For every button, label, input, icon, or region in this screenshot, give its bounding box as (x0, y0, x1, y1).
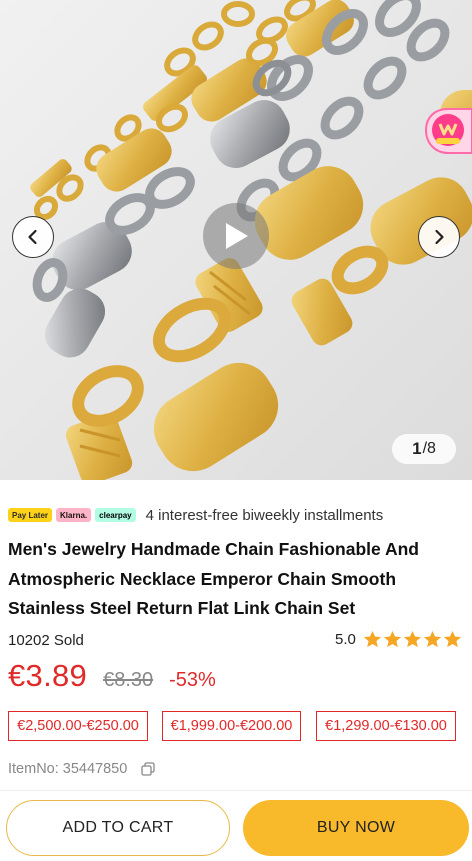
discount-tier-3[interactable]: €1,299.00-€130.00 (316, 711, 456, 741)
item-number: ItemNo: 35447850 (8, 761, 128, 777)
price-row: €3.89 €8.30 -53% (8, 658, 216, 698)
discount-tier-2[interactable]: €1,999.00-€200.00 (162, 711, 301, 741)
rating-value: 5.0 (335, 631, 356, 648)
rating[interactable]: 5.0 (335, 630, 462, 649)
klarna-badge: Klarna. (56, 508, 92, 522)
current-image-number: 1 (412, 439, 422, 458)
installments-row[interactable]: Pay Later Klarna. clearpay 4 interest-fr… (8, 504, 383, 526)
pay-later-badge: Pay Later (8, 508, 53, 522)
discount-tiers: €2,500.00-€250.00 €1,999.00-€200.00 €1,2… (0, 711, 472, 741)
star-icon (383, 630, 401, 648)
previous-image-button[interactable] (12, 216, 54, 258)
item-number-row: ItemNo: 35447850 (8, 761, 155, 777)
image-counter: 1/8 (392, 434, 456, 464)
sold-count: 10202 Sold (8, 632, 84, 649)
star-icon (423, 630, 441, 648)
vip-badge-icon[interactable] (424, 108, 472, 154)
total-images: /8 (422, 440, 436, 457)
next-image-button[interactable] (418, 216, 460, 258)
installments-text: 4 interest-free biweekly installments (145, 506, 384, 524)
star-icon (443, 630, 461, 648)
chevron-left-icon (28, 229, 37, 245)
discount-percent: -53% (169, 669, 216, 691)
copy-icon[interactable] (141, 762, 155, 776)
clearpay-badge: clearpay (95, 508, 136, 522)
original-price: €8.30 (103, 669, 154, 691)
discount-tier-1[interactable]: €2,500.00-€250.00 (8, 711, 148, 741)
bottom-action-bar: ADD TO CART BUY NOW (0, 790, 472, 861)
star-icon (403, 630, 421, 648)
play-video-button[interactable] (203, 203, 269, 269)
add-to-cart-button[interactable]: ADD TO CART (6, 800, 230, 856)
product-image-gallery[interactable]: 1/8 (0, 0, 472, 480)
current-price: €3.89 (8, 658, 88, 693)
product-title: Men's Jewelry Handmade Chain Fashionable… (8, 539, 419, 618)
buy-now-button[interactable]: BUY NOW (243, 800, 469, 856)
play-icon (226, 223, 248, 249)
star-icon (363, 630, 381, 648)
chevron-right-icon (435, 229, 444, 245)
